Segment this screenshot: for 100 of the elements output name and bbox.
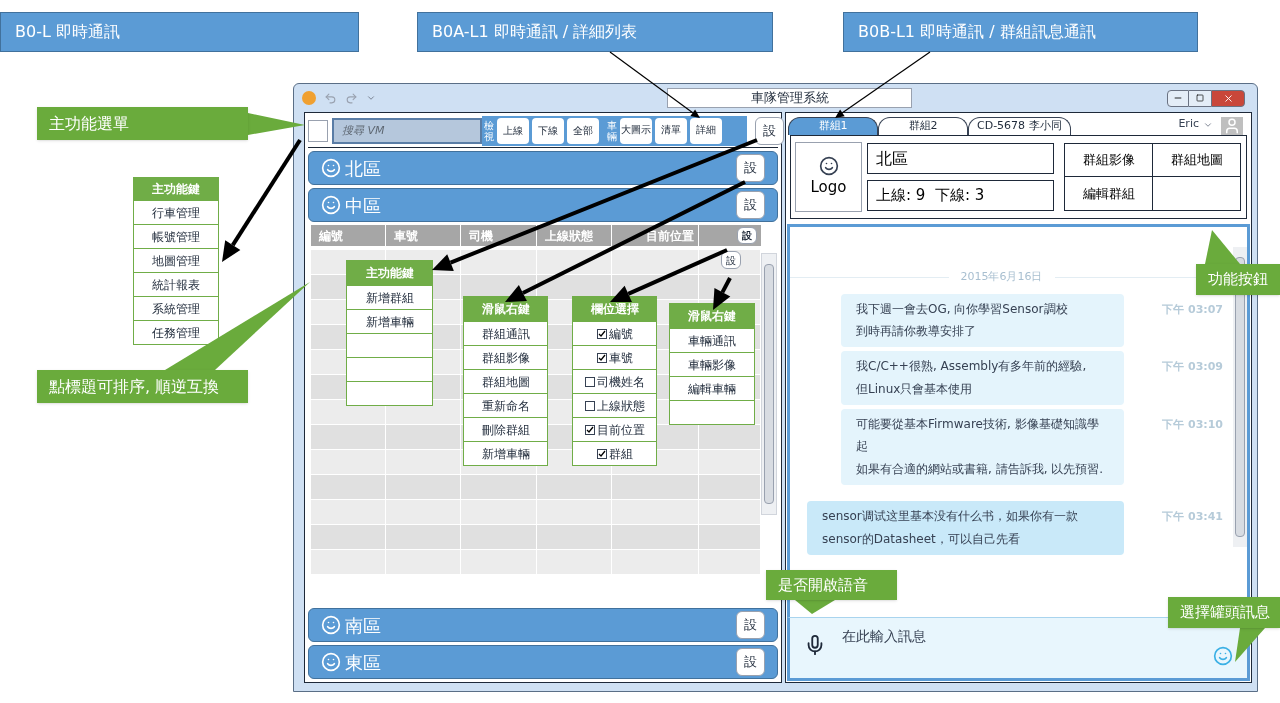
undo-icon[interactable] (324, 91, 337, 105)
checkbox[interactable] (596, 352, 607, 363)
message-bubble: 可能要從基本Firmware技術, 影像基礎知識學起 如果有合適的網站或書籍, 請告訴我, 以先預習. (841, 408, 1124, 486)
group-name: 北區 (345, 156, 382, 181)
maximize-icon (1196, 94, 1204, 102)
menu-item[interactable]: 行車管理 (134, 200, 218, 224)
message-bubble: 我C/C++很熟, Assembly有多年前的經驗, 但Linux只會基本使用 (841, 351, 1124, 405)
scrollbar[interactable] (761, 253, 777, 515)
settings-button[interactable]: 設 (737, 227, 757, 244)
redo-icon[interactable] (345, 91, 358, 105)
smiley-icon (321, 615, 341, 635)
group-bar[interactable]: 東區 設 (308, 645, 778, 679)
avatar[interactable] (1221, 117, 1243, 135)
slide-title: B0-L 即時通訊 (0, 12, 359, 52)
menu-item[interactable]: 群組影像 (464, 345, 547, 369)
toolbar-button[interactable]: 大圖示 (620, 117, 652, 144)
settings-button[interactable]: 設 (721, 251, 741, 269)
group-bar[interactable]: 北區 設 (308, 151, 778, 185)
message-time: 下午 03:09 (1162, 359, 1223, 376)
menu-header: 滑鼠右鍵 (464, 297, 547, 321)
message-time: 下午 03:41 (1162, 509, 1223, 526)
slide-title: B0B-L1 即時通訊 / 群組訊息通訊 (843, 12, 1198, 52)
menu-item[interactable]: 統計報表 (134, 272, 218, 296)
menu-item[interactable]: 刪除群組 (464, 417, 547, 441)
smiley-icon (321, 652, 341, 672)
toolbar-button[interactable]: 清單 (655, 117, 687, 144)
tab[interactable]: CD-5678 李小同 (968, 117, 1071, 135)
settings-button[interactable]: 設 (755, 116, 784, 145)
smiley-icon (321, 158, 341, 178)
menu-item[interactable]: 編號 (573, 321, 656, 345)
checkbox[interactable] (584, 400, 595, 411)
menu-item[interactable]: 群組通訊 (464, 321, 547, 345)
caret-icon[interactable] (366, 93, 376, 103)
menu-header: 滑鼠右鍵 (670, 304, 754, 328)
settings-button[interactable]: 設 (736, 611, 765, 639)
toolbar-label: 車輛 (607, 119, 617, 142)
group-bar[interactable]: 南區 設 (308, 608, 778, 642)
menu-item[interactable]: 新增車輛 (347, 309, 432, 333)
menu-item[interactable]: 新增車輛 (464, 441, 547, 465)
slide-title: B0A-L1 即時通訊 / 詳細列表 (417, 12, 773, 52)
group-name: 東區 (345, 650, 382, 675)
toolbar-button[interactable]: 全部 (567, 117, 599, 144)
checkbox[interactable] (308, 119, 328, 142)
user-name[interactable]: Eric (1178, 115, 1199, 132)
group-action-button[interactable]: 編輯群組 (1065, 177, 1153, 210)
window-title: 車隊管理系統 (667, 88, 912, 108)
close-button[interactable] (1211, 89, 1245, 107)
toolbar-button[interactable]: 上線 (497, 117, 529, 144)
menu-item[interactable]: 司機姓名 (573, 369, 656, 393)
menu-item[interactable]: 系統管理 (134, 296, 218, 320)
menu-item[interactable]: 上線狀態 (573, 393, 656, 417)
close-icon (1222, 92, 1234, 104)
group-name: 中區 (345, 193, 382, 218)
group-action-button[interactable]: 群組影像 (1065, 144, 1153, 177)
menu-item[interactable]: 車輛影像 (670, 352, 754, 376)
callout-pointer (795, 600, 835, 614)
menu-header: 欄位選擇 (573, 297, 656, 321)
menu-item[interactable]: 車號 (573, 345, 656, 369)
toolbar-label: 檢視 (484, 119, 494, 142)
group-status: 上線: 9 下線: 3 (867, 180, 1054, 211)
minimize-button[interactable] (1167, 89, 1189, 107)
smiley-icon (321, 195, 341, 215)
caret-icon[interactable] (1203, 120, 1213, 130)
callout-label: 點標題可排序, 順逆互換 (37, 370, 248, 403)
menu-header: 主功能鍵 (347, 261, 432, 285)
settings-button[interactable]: 設 (736, 648, 765, 676)
group-name: 南區 (345, 613, 382, 638)
app-icon (302, 91, 316, 105)
menu-item[interactable]: 帳號管理 (134, 224, 218, 248)
message-time: 下午 03:07 (1162, 301, 1223, 318)
message-bubble: 我下週一會去OG, 向你學習Sensor調校 到時再請你教導安排了 (841, 293, 1124, 348)
smiley-icon[interactable] (1213, 646, 1233, 666)
checkbox[interactable] (584, 376, 595, 387)
menu-header: 主功能鍵 (134, 178, 218, 200)
menu-item[interactable]: 編輯車輛 (670, 376, 754, 400)
checkbox[interactable] (584, 424, 595, 435)
menu-item[interactable]: 群組 (573, 441, 656, 465)
group-name-field[interactable]: 北區 (867, 143, 1054, 174)
group-bar[interactable]: 中區 設 (308, 188, 778, 222)
menu-item[interactable]: 地圖管理 (134, 248, 218, 272)
tab[interactable]: 群組2 (878, 117, 968, 135)
menu-item[interactable]: 群組地圖 (464, 369, 547, 393)
menu-item[interactable]: 車輛通訊 (670, 328, 754, 352)
message-time: 下午 03:10 (1162, 416, 1223, 433)
message-input[interactable]: 在此輸入訊息 (842, 626, 1197, 647)
menu-item[interactable]: 重新命名 (464, 393, 547, 417)
chat-date: 2015年6月16日 (960, 269, 1043, 285)
maximize-button[interactable] (1189, 89, 1211, 107)
menu-item[interactable]: 新增群組 (347, 285, 432, 309)
toolbar-button[interactable]: 詳細 (690, 117, 722, 144)
callout-pointer (1205, 230, 1240, 264)
settings-button[interactable]: 設 (736, 191, 765, 219)
settings-button[interactable]: 設 (736, 154, 765, 182)
group-action-button[interactable]: 群組地圖 (1153, 144, 1240, 177)
checkbox[interactable] (596, 448, 607, 459)
toolbar-button[interactable]: 下線 (532, 117, 564, 144)
checkbox[interactable] (596, 328, 607, 339)
menu-item[interactable]: 目前位置 (573, 417, 656, 441)
search-field[interactable]: 搜尋 VM (332, 117, 482, 144)
callout-pointer (1235, 628, 1265, 662)
